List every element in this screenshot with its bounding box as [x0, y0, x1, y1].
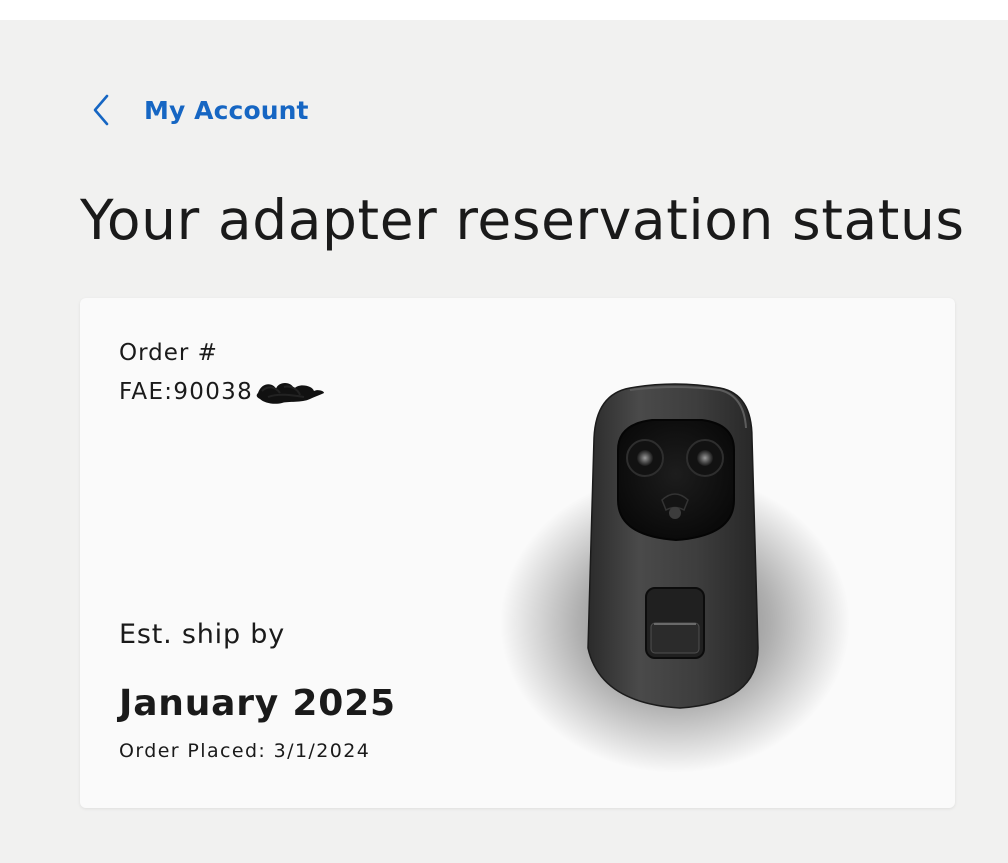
est-ship-date: January 2025	[119, 683, 396, 724]
top-strip	[0, 0, 1008, 20]
page-title: Your adapter reservation status	[80, 188, 965, 252]
back-link-label: My Account	[144, 95, 309, 125]
order-number-label: Order #	[119, 340, 218, 366]
order-number-row: FAE:90038	[119, 377, 326, 407]
est-ship-label: Est. ship by	[119, 619, 285, 650]
redaction-scribble	[254, 377, 326, 407]
order-placed-date: Order Placed: 3/1/2024	[119, 740, 371, 762]
adapter-product-image	[480, 358, 880, 778]
page-content: My Account Your adapter reservation stat…	[0, 20, 1008, 863]
back-to-account-link[interactable]: My Account	[88, 92, 309, 128]
chevron-left-icon	[88, 92, 116, 128]
reservation-card: Order # FAE:90038 Est. ship by January 2…	[80, 298, 955, 808]
order-number-value: FAE:90038	[119, 379, 253, 405]
